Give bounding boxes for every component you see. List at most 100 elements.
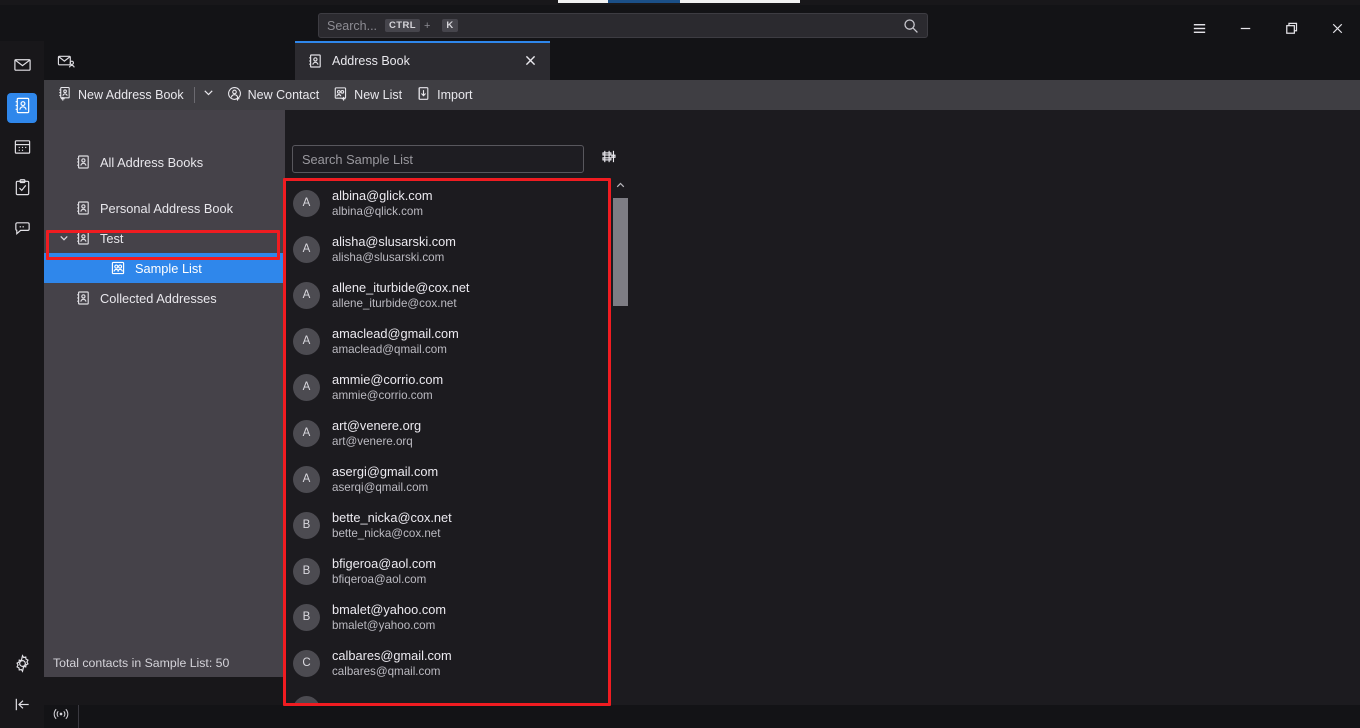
list-item[interactable]: A alisha@slusarski.com alisha@slusarski.…	[285, 226, 612, 272]
mail-icon	[13, 55, 32, 79]
list-item[interactable]: B bette_nicka@cox.net bette_nicka@cox.ne…	[285, 502, 612, 548]
contact-name: ammie@corrio.com	[332, 371, 444, 387]
contact-name: alisha@slusarski.com	[332, 233, 456, 249]
address-book-icon	[75, 154, 91, 170]
list-item[interactable]: C calbares@gmail.com calbares@qmail.com	[285, 640, 612, 686]
contact-email: amaclead@qmail.com	[332, 342, 447, 356]
global-search-input[interactable]: Search... CTRL + K	[318, 13, 928, 38]
scrollbar-thumb[interactable]	[613, 198, 628, 306]
contact-email: art@venere.orq	[332, 434, 413, 448]
address-book-icon	[75, 200, 91, 216]
import-icon	[416, 86, 437, 104]
tab-close-icon[interactable]	[523, 53, 538, 68]
connection-status-button[interactable]	[48, 707, 74, 726]
new-contact-label: New Contact	[247, 88, 320, 102]
rail-item-collapse[interactable]	[7, 692, 37, 722]
contact-email: calbares@qmail.com	[332, 664, 441, 678]
list-item[interactable]: A albina@glick.com albina@qlick.com	[285, 180, 612, 226]
avatar: A	[293, 373, 320, 401]
new-address-book-label: New Address Book	[78, 88, 184, 102]
address-book-icon	[307, 53, 323, 69]
import-button[interactable]: Import	[409, 83, 479, 107]
tree-item-all-address-books[interactable]: All Address Books	[44, 147, 285, 177]
contact-email: albina@qlick.com	[332, 204, 424, 218]
tree-item-label: Collected Addresses	[100, 290, 217, 306]
calendar-icon	[13, 137, 32, 161]
new-address-book-button[interactable]: New Address Book	[50, 83, 191, 107]
kbd-plus: +	[423, 19, 431, 32]
global-search-placeholder: Search...	[327, 18, 378, 33]
avatar: B	[293, 511, 320, 539]
sidebar-status-text: Total contacts in Sample List: 50	[44, 649, 285, 677]
list-item[interactable]: A asergi@gmail.com aserqi@qmail.com	[285, 456, 612, 502]
avatar: A	[293, 281, 320, 309]
avatar: B	[293, 603, 320, 631]
list-item[interactable]: A amaclead@gmail.com amaclead@qmail.com	[285, 318, 612, 364]
tree-item-label: Test	[100, 230, 124, 246]
avatar: A	[293, 465, 320, 493]
mailing-list-icon	[110, 260, 126, 276]
contact-email: aserqi@qmail.com	[332, 480, 429, 494]
contacts-scrollbar[interactable]	[612, 180, 629, 728]
rail-item-calendar[interactable]	[7, 134, 37, 164]
tab-label: Address Book	[332, 53, 410, 68]
list-item[interactable]: A art@venere.org art@venere.orq	[285, 410, 612, 456]
contact-email: allene_iturbide@cox.net	[332, 296, 457, 310]
contact-name: bfigeroa@aol.com	[332, 555, 437, 571]
avatar: A	[293, 419, 320, 447]
kbd-k: K	[442, 19, 458, 32]
settings-gear-icon	[13, 654, 32, 678]
contact-email: bmalet@yahoo.com	[332, 618, 436, 632]
avatar: B	[293, 557, 320, 585]
contacts-scroll-viewport[interactable]: A albina@glick.com albina@qlick.com A al…	[285, 180, 629, 728]
mail-read-icon[interactable]	[56, 51, 76, 71]
contact-name: bette_nicka@cox.net	[332, 509, 452, 525]
tree-item-personal-address-book[interactable]: Personal Address Book	[44, 193, 285, 223]
scrollbar-track[interactable]	[612, 194, 629, 714]
rail-item-settings[interactable]	[7, 651, 37, 681]
address-book-toolbar: New Address Book New Contact New List Im	[44, 80, 1360, 110]
rail-item-chat[interactable]	[7, 216, 37, 246]
contact-email: alisha@slusarski.com	[332, 250, 445, 264]
list-item[interactable]: A allene_iturbide@cox.net allene_iturbid…	[285, 272, 612, 318]
import-label: Import	[437, 88, 473, 102]
scroll-up-button[interactable]	[612, 180, 629, 194]
search-input[interactable]: Search Sample List	[292, 145, 584, 173]
kbd-ctrl: CTRL	[385, 19, 420, 32]
tree-item-sample-list[interactable]: Sample List	[44, 253, 285, 283]
list-item[interactable]: B bfigeroa@aol.com bfiqeroa@aol.com	[285, 548, 612, 594]
sort-options-icon	[601, 148, 618, 170]
address-book-tree: All Address Books Personal Address Book …	[44, 110, 285, 313]
address-books-sidebar: All Address Books Personal Address Book …	[44, 110, 285, 677]
address-book-icon	[75, 290, 91, 306]
new-list-button[interactable]: New List	[326, 83, 409, 107]
search-icon	[903, 18, 919, 34]
chevron-down-icon[interactable]	[56, 230, 72, 246]
status-bar-divider	[78, 705, 79, 728]
list-item[interactable]: B bmalet@yahoo.com bmalet@yahoo.com	[285, 594, 612, 640]
sort-options-button[interactable]	[596, 146, 622, 172]
toolbar-divider	[193, 87, 195, 103]
collapse-rail-icon	[13, 695, 32, 719]
tree-item-label: Personal Address Book	[100, 200, 234, 216]
new-contact-button[interactable]: New Contact	[220, 83, 327, 107]
contact-list-pane: Search Sample List A albina@glick.com al…	[285, 110, 629, 728]
new-address-book-dropdown-button[interactable]	[198, 83, 220, 107]
contact-name: amaclead@gmail.com	[332, 325, 459, 341]
avatar: A	[293, 327, 320, 355]
rail-item-mail[interactable]	[7, 52, 37, 82]
rail-item-tasks[interactable]	[7, 175, 37, 205]
tree-item-test[interactable]: Test	[44, 223, 285, 253]
address-book-add-icon	[57, 86, 78, 104]
contact-email: bfiqeroa@aol.com	[332, 572, 427, 586]
list-item[interactable]: A ammie@corrio.com ammie@corrio.com	[285, 364, 612, 410]
tree-item-collected-addresses[interactable]: Collected Addresses	[44, 283, 285, 313]
contact-name: allene_iturbide@cox.net	[332, 279, 470, 295]
contact-name: art@venere.org	[332, 417, 422, 433]
contacts-list: A albina@glick.com albina@qlick.com A al…	[285, 180, 612, 728]
rail-item-address-book[interactable]	[7, 93, 37, 123]
address-book-icon	[13, 96, 32, 120]
tab-address-book[interactable]: Address Book	[295, 41, 550, 80]
title-bar: Search... CTRL + K	[0, 5, 1360, 41]
tab-strip: Address Book	[44, 41, 1360, 80]
